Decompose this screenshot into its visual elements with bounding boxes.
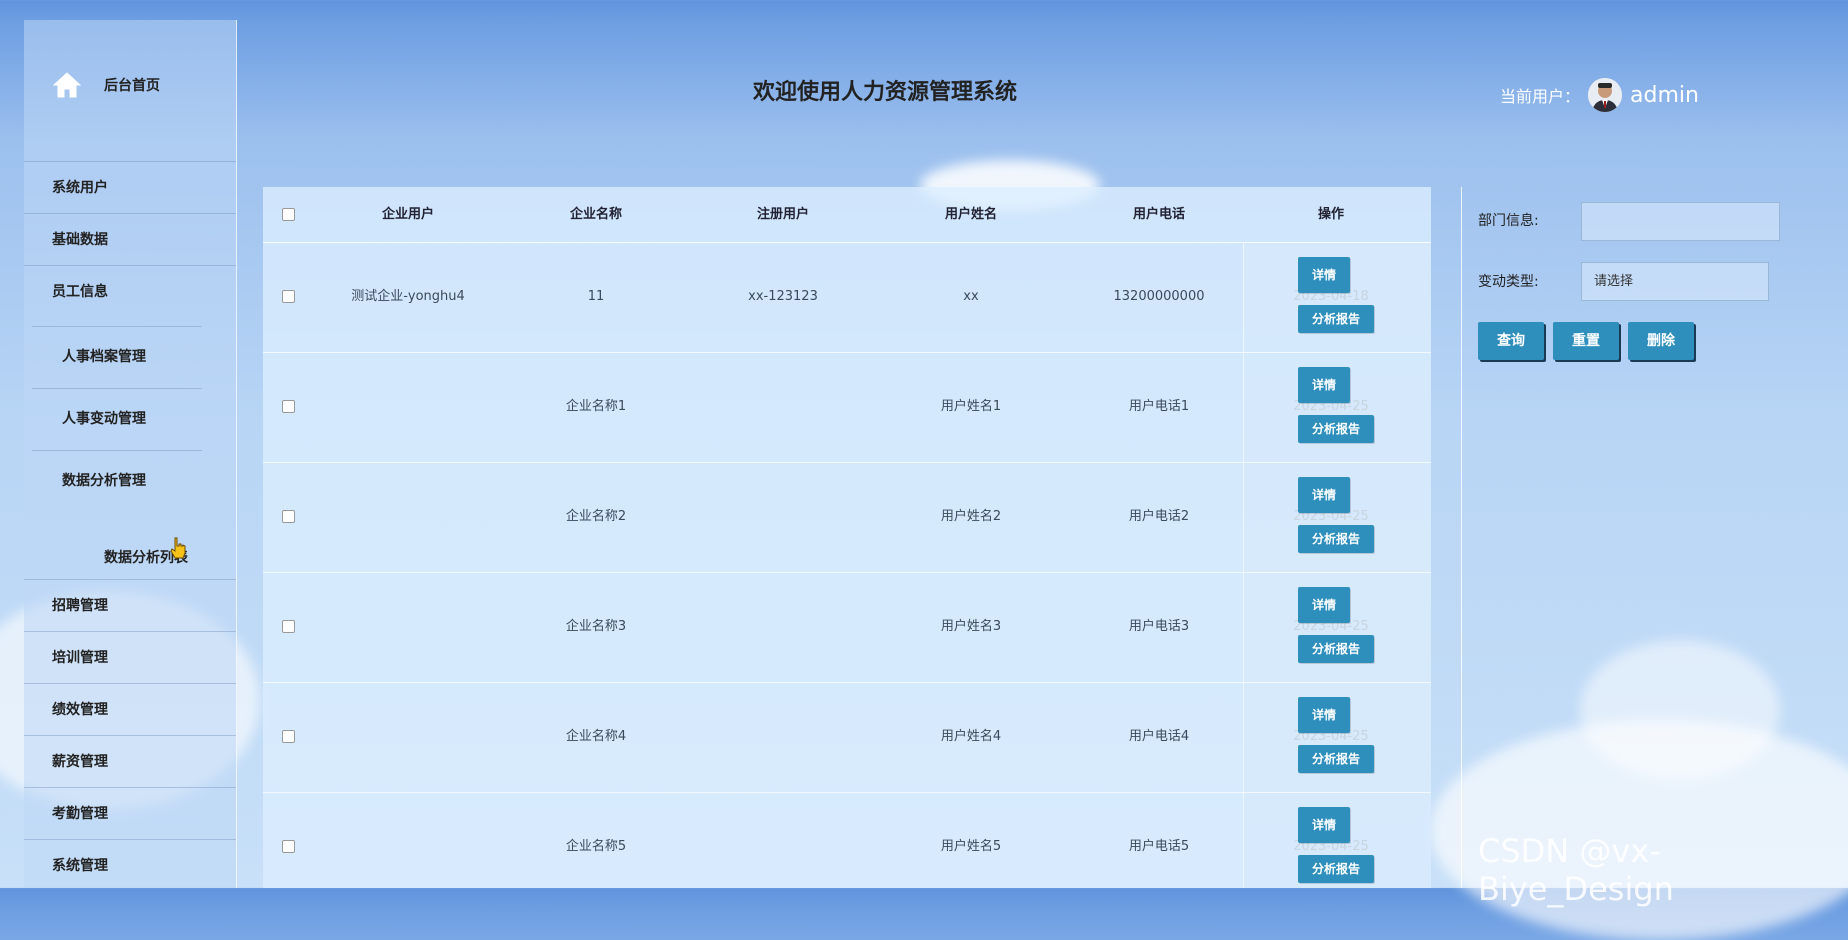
- table-row: 企业名称3 用户姓名3 用户电话3 2023-04-25 详情 分析报告: [263, 572, 1431, 683]
- column-operation: 操作: [1317, 207, 1344, 222]
- dept-label: 部门信息:: [1478, 213, 1539, 229]
- cell-user-phone: 13200000000: [1113, 289, 1205, 304]
- reset-button[interactable]: 重置: [1553, 322, 1619, 360]
- cell-registered-user: [703, 682, 863, 792]
- cell-user-name: 用户姓名3: [940, 619, 1002, 634]
- analysis-report-button[interactable]: 分析报告: [1298, 745, 1374, 773]
- detail-button[interactable]: 详情: [1298, 367, 1350, 403]
- sidebar-item-performance[interactable]: 绩效管理: [24, 683, 236, 735]
- divider: [1461, 187, 1462, 888]
- cell-registered-user: [703, 352, 863, 462]
- data-table: 企业用户 企业名称 注册用户 用户姓名 用户电话 操作 测试企业-yonghu4…: [263, 187, 1431, 888]
- column-company-user[interactable]: 企业用户: [328, 187, 488, 242]
- sidebar-item-employee-info[interactable]: 员工信息: [24, 265, 236, 317]
- cloud: [1580, 640, 1780, 780]
- row-checkbox[interactable]: [282, 400, 295, 413]
- current-user: 当前用户： admin: [1500, 78, 1699, 112]
- cell-user-phone: 用户电话5: [1128, 839, 1190, 854]
- column-user-phone[interactable]: 用户电话: [1079, 187, 1239, 242]
- row-checkbox[interactable]: [282, 840, 295, 853]
- cell-user-name: 用户姓名1: [940, 399, 1002, 414]
- sidebar-item-system-users[interactable]: 系统用户: [24, 161, 236, 213]
- analysis-report-button[interactable]: 分析报告: [1298, 415, 1374, 443]
- analysis-report-button[interactable]: 分析报告: [1298, 635, 1374, 663]
- cell-user-phone: 用户电话1: [1128, 399, 1190, 414]
- table-row: 企业名称5 用户姓名5 用户电话5 2023-04-25 详情 分析报告: [263, 792, 1431, 888]
- cell-registered-user: xx-123123: [748, 289, 818, 304]
- cell-company-user: 测试企业-yonghu4: [351, 289, 465, 304]
- column-user-name[interactable]: 用户姓名: [891, 187, 1051, 242]
- cell-company-name: 企业名称2: [565, 509, 627, 524]
- cell-user-name: 用户姓名4: [940, 729, 1002, 744]
- cell-user-phone: 用户电话2: [1128, 509, 1190, 524]
- select-all-checkbox[interactable]: [282, 208, 295, 221]
- cell-user-name: 用户姓名2: [940, 509, 1002, 524]
- sidebar-item-salary[interactable]: 薪资管理: [24, 735, 236, 787]
- cell-company-user: [328, 792, 488, 888]
- cell-registered-user: [703, 462, 863, 572]
- row-checkbox[interactable]: [282, 510, 295, 523]
- home-icon: [52, 72, 82, 98]
- cell-company-name: 企业名称4: [565, 729, 627, 744]
- watermark: CSDN @vx-Biye_Design: [1478, 832, 1674, 908]
- user-avatar-icon: [1588, 78, 1623, 112]
- row-checkbox[interactable]: [282, 620, 295, 633]
- page-title: 欢迎使用人力资源管理系统: [752, 80, 1017, 105]
- table-row: 企业名称4 用户姓名4 用户电话4 2023-04-25 详情 分析报告: [263, 682, 1431, 793]
- table-row: 测试企业-yonghu4 11 xx-123123 xx 13200000000…: [263, 242, 1431, 353]
- cell-company-name: 企业名称1: [565, 399, 627, 414]
- cell-company-name: 企业名称5: [565, 839, 627, 854]
- sidebar-item-system-management[interactable]: 系统管理: [24, 839, 236, 891]
- cell-user-name: 用户姓名5: [940, 839, 1002, 854]
- detail-button[interactable]: 详情: [1298, 697, 1350, 733]
- sidebar-item-data-analysis[interactable]: 数据分析管理: [32, 450, 202, 510]
- table-row: 企业名称1 用户姓名1 用户电话1 2023-04-25 详情 分析报告: [263, 352, 1431, 463]
- sidebar-item-personnel-changes[interactable]: 人事变动管理: [32, 388, 202, 448]
- change-type-label: 变动类型:: [1478, 274, 1539, 290]
- change-type-select[interactable]: 请选择: [1581, 262, 1769, 301]
- current-user-label: 当前用户：: [1500, 87, 1581, 106]
- cell-user-name: xx: [963, 289, 979, 304]
- sidebar-item-base-data[interactable]: 基础数据: [24, 213, 236, 265]
- cell-company-user: [328, 572, 488, 682]
- column-registered-user[interactable]: 注册用户: [703, 187, 863, 242]
- analysis-report-button[interactable]: 分析报告: [1298, 525, 1374, 553]
- analysis-report-button[interactable]: 分析报告: [1298, 855, 1374, 883]
- username: admin: [1630, 82, 1699, 108]
- delete-button[interactable]: 删除: [1628, 322, 1694, 360]
- cell-company-name: 11: [587, 289, 605, 304]
- detail-button[interactable]: 详情: [1298, 587, 1350, 623]
- sidebar-item-attendance[interactable]: 考勤管理: [24, 787, 236, 839]
- detail-button[interactable]: 详情: [1298, 477, 1350, 513]
- analysis-report-button[interactable]: 分析报告: [1298, 305, 1374, 333]
- table-header: 企业用户 企业名称 注册用户 用户姓名 用户电话 操作: [263, 187, 1431, 243]
- cell-company-user: [328, 462, 488, 572]
- dept-input[interactable]: [1581, 202, 1780, 241]
- home-link[interactable]: 后台首页: [52, 70, 160, 100]
- cell-registered-user: [703, 572, 863, 682]
- sidebar-item-data-analysis-list[interactable]: 数据分析列表: [104, 537, 188, 567]
- row-checkbox[interactable]: [282, 730, 295, 743]
- detail-button[interactable]: 详情: [1298, 807, 1350, 843]
- avatar[interactable]: [1588, 78, 1623, 112]
- home-label: 后台首页: [104, 78, 160, 94]
- row-checkbox[interactable]: [282, 290, 295, 303]
- cell-company-name: 企业名称3: [565, 619, 627, 634]
- hand-cursor-icon: [170, 537, 186, 559]
- cell-user-phone: 用户电话4: [1128, 729, 1190, 744]
- cell-company-user: [328, 352, 488, 462]
- detail-button[interactable]: 详情: [1298, 257, 1350, 293]
- query-button[interactable]: 查询: [1478, 322, 1544, 360]
- table-row: 企业名称2 用户姓名2 用户电话2 2023-04-25 详情 分析报告: [263, 462, 1431, 573]
- sidebar-item-recruitment[interactable]: 招聘管理: [24, 579, 236, 631]
- column-company-name[interactable]: 企业名称: [516, 187, 676, 242]
- cell-user-phone: 用户电话3: [1128, 619, 1190, 634]
- sidebar-item-personnel-files[interactable]: 人事档案管理: [32, 326, 202, 386]
- sidebar: 后台首页 系统用户 基础数据 员工信息 人事档案管理 人事变动管理 数据分析管理…: [24, 20, 237, 888]
- cell-company-user: [328, 682, 488, 792]
- cell-registered-user: [703, 792, 863, 888]
- sidebar-item-training[interactable]: 培训管理: [24, 631, 236, 683]
